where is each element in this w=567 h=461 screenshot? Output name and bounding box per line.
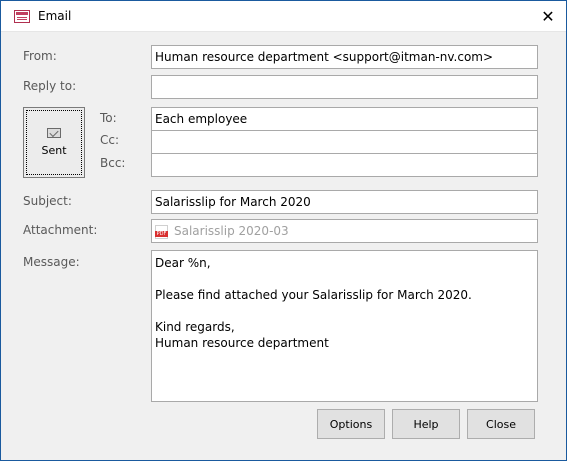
attachment-name: Salarisslip 2020-03 [174,224,289,238]
bcc-label: Bcc: [100,156,126,170]
cc-label: Cc: [100,133,120,147]
form-icon [14,10,30,23]
pdf-icon [155,224,168,239]
envelope-icon [47,128,61,138]
email-form: From: Human resource department <support… [9,32,558,454]
bcc-field[interactable] [151,153,538,177]
close-window-button[interactable]: ✕ [530,1,566,32]
message-body[interactable]: Dear %n, Please find attached your Salar… [151,250,538,402]
message-label: Message: [23,255,80,269]
from-field[interactable]: Human resource department <support@itman… [151,45,538,69]
to-field[interactable]: Each employee [151,107,538,131]
options-button[interactable]: Options [317,409,385,439]
from-label: From: [23,49,57,63]
title-bar: Email ✕ [1,1,566,32]
close-button[interactable]: Close [467,409,535,439]
email-window: Email ✕ From: Human resource department … [0,0,567,461]
reply-to-field[interactable] [151,75,538,99]
help-button[interactable]: Help [392,409,460,439]
attachment-label: Attachment: [23,223,98,237]
to-label: To: [100,111,117,125]
reply-to-label: Reply to: [23,79,77,93]
subject-label: Subject: [23,194,72,208]
subject-field[interactable]: Salarisslip for March 2020 [151,190,538,214]
attachment-field[interactable]: Salarisslip 2020-03 [151,219,538,243]
sent-button[interactable]: Sent [23,107,85,178]
cc-field[interactable] [151,130,538,154]
window-title: Email [38,9,72,23]
sent-button-label: Sent [41,144,67,157]
